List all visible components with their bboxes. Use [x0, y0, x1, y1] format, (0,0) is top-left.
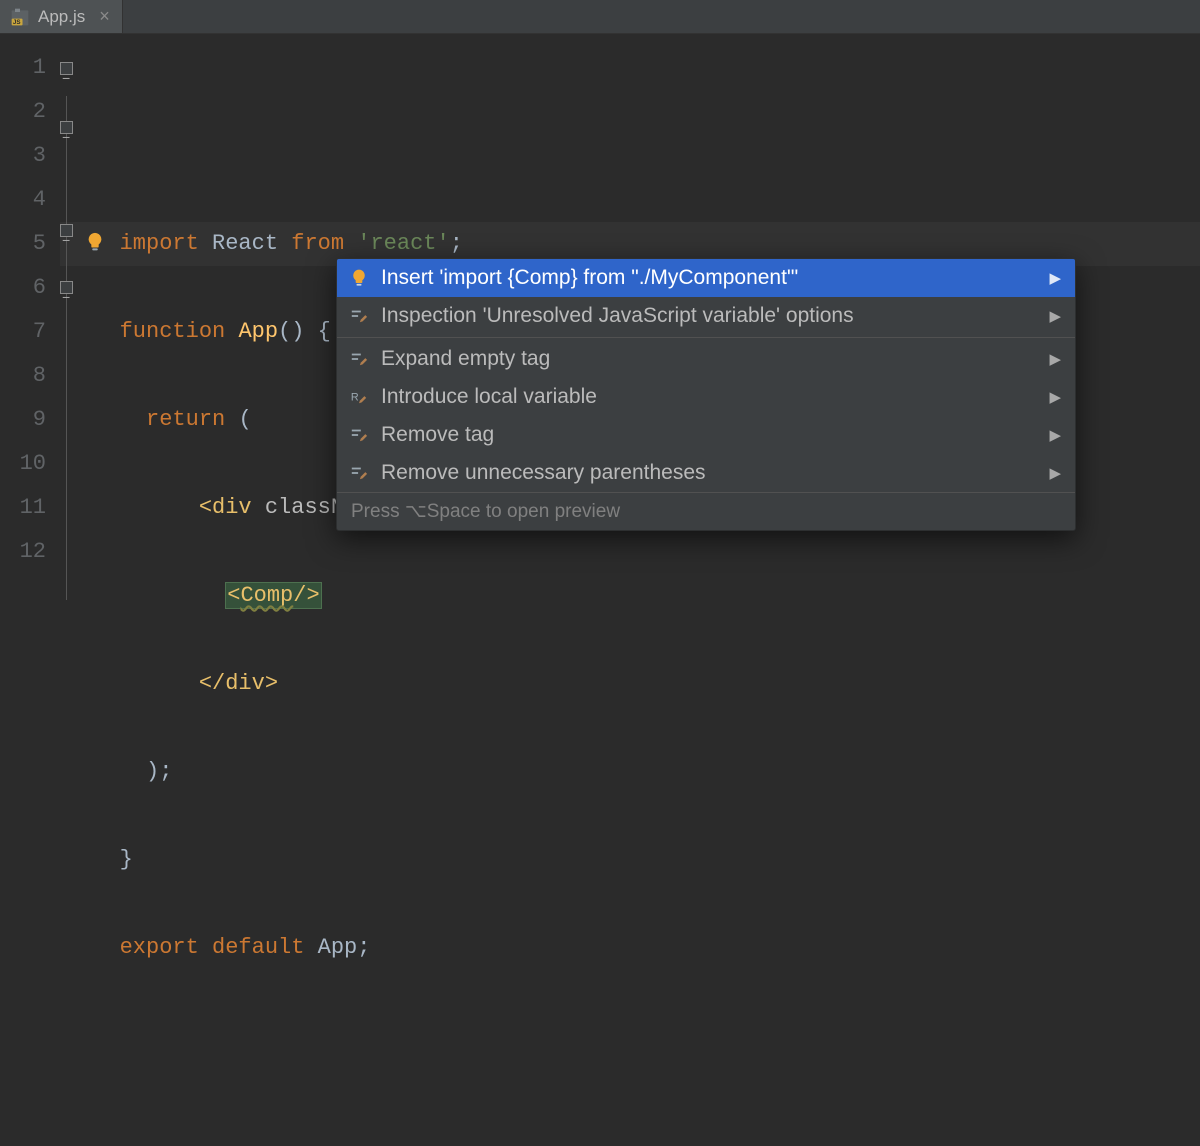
edit-icon	[349, 425, 369, 445]
chevron-right-icon: ▶	[1049, 269, 1061, 287]
code-line: }	[80, 838, 1200, 882]
intention-label: Introduce local variable	[381, 385, 1037, 409]
refactor-icon: R	[349, 387, 369, 407]
unresolved-symbol: Comp	[240, 583, 293, 608]
svg-text:R: R	[351, 392, 359, 404]
tab-bar: JS App.js ×	[0, 0, 1200, 34]
intention-item[interactable]: Remove tag ▶	[337, 416, 1075, 454]
line-number: 1	[0, 46, 46, 90]
code-line: </div>	[80, 662, 1200, 706]
intention-label: Inspection 'Unresolved JavaScript variab…	[381, 304, 1037, 328]
chevron-right-icon: ▶	[1049, 464, 1061, 482]
close-icon[interactable]: ×	[99, 6, 110, 27]
line-number: 4	[0, 178, 46, 222]
intention-item[interactable]: Expand empty tag ▶	[337, 340, 1075, 378]
intention-item[interactable]: R Introduce local variable ▶	[337, 378, 1075, 416]
fold-toggle-icon[interactable]	[60, 224, 73, 237]
chevron-right-icon: ▶	[1049, 388, 1061, 406]
edit-icon	[349, 349, 369, 369]
line-number: 10	[0, 442, 46, 486]
fold-toggle-icon[interactable]	[60, 62, 73, 75]
fold-toggle-icon[interactable]	[60, 281, 73, 294]
intention-label: Remove tag	[381, 423, 1037, 447]
chevron-right-icon: ▶	[1049, 307, 1061, 325]
edit-icon	[349, 463, 369, 483]
popup-hint: Press ⌥Space to open preview	[337, 492, 1075, 530]
code-line: <Comp/>	[80, 574, 1200, 618]
line-number: 7	[0, 310, 46, 354]
intention-item[interactable]: Inspection 'Unresolved JavaScript variab…	[337, 297, 1075, 335]
line-number-gutter: 1 2 3 4 5 6 7 8 9 10 11 12	[0, 34, 60, 600]
intention-item[interactable]: Insert 'import {Comp} from "./MyComponen…	[337, 259, 1075, 297]
code-line: );	[80, 750, 1200, 794]
intention-item[interactable]: Remove unnecessary parentheses ▶	[337, 454, 1075, 492]
js-file-icon: JS	[10, 7, 30, 27]
menu-separator	[337, 337, 1075, 338]
svg-text:JS: JS	[13, 19, 21, 26]
line-number: 3	[0, 134, 46, 178]
intention-actions-popup: Insert 'import {Comp} from "./MyComponen…	[336, 258, 1076, 531]
tab-label: App.js	[38, 7, 85, 27]
line-number: 9	[0, 398, 46, 442]
intention-label: Expand empty tag	[381, 347, 1037, 371]
intention-label: Insert 'import {Comp} from "./MyComponen…	[381, 266, 1037, 290]
intention-bulb-icon[interactable]	[84, 231, 106, 260]
chevron-right-icon: ▶	[1049, 426, 1061, 444]
intention-label: Remove unnecessary parentheses	[381, 461, 1037, 485]
chevron-right-icon: ▶	[1049, 350, 1061, 368]
line-number: 11	[0, 486, 46, 530]
code-line: export default App;	[80, 926, 1200, 970]
fold-gutter	[60, 34, 80, 600]
bulb-icon	[349, 268, 369, 288]
line-number: 12	[0, 530, 46, 574]
edit-icon	[349, 306, 369, 326]
fold-toggle-icon[interactable]	[60, 121, 73, 134]
line-number: 5	[0, 222, 46, 266]
tab-app-js[interactable]: JS App.js ×	[0, 0, 123, 33]
line-number: 8	[0, 354, 46, 398]
line-number: 2	[0, 90, 46, 134]
line-number: 6	[0, 266, 46, 310]
